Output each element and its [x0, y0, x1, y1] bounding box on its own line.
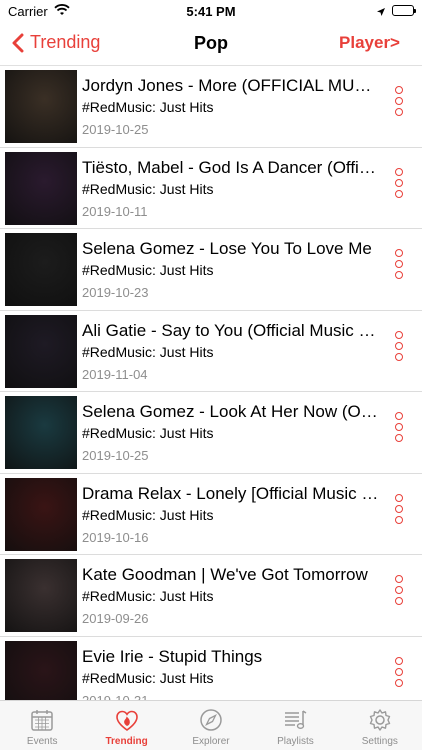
- video-channel: #RedMusic: Just Hits: [82, 669, 214, 686]
- video-date: 2019-10-25: [82, 122, 149, 137]
- video-date: 2019-10-11: [82, 203, 148, 219]
- video-thumbnail: [5, 396, 77, 469]
- playlist-icon: [285, 710, 307, 730]
- tab-bar: Events Trending Explorer Playlists Setti…: [0, 700, 422, 750]
- video-title: Kate Goodman | We've Got Tomorrow: [82, 565, 368, 584]
- video-channel: #RedMusic: Just Hits: [82, 425, 214, 441]
- status-bar: Carrier 5:41 PM: [0, 0, 422, 22]
- tab-playlists[interactable]: Playlists: [253, 701, 337, 750]
- video-channel: #RedMusic: Just Hits: [82, 180, 214, 197]
- battery-icon: [392, 5, 416, 16]
- video-thumbnail: [5, 70, 77, 143]
- video-date: 2019-10-31: [82, 692, 149, 701]
- calendar-icon: [31, 710, 53, 731]
- tab-label: Playlists: [277, 736, 314, 747]
- video-title: Evie Irie - Stupid Things: [82, 646, 263, 666]
- video-date: 2019-10-25: [82, 448, 149, 463]
- video-title: Selena Gomez - Lose You To Love Me: [82, 239, 372, 258]
- tab-events[interactable]: Events: [0, 701, 84, 750]
- tab-trending[interactable]: Trending: [84, 701, 168, 750]
- video-date: 2019-10-16: [82, 529, 149, 545]
- video-title: Drama Relax - Lonely [Official Music Vid…: [82, 483, 382, 503]
- flame-heart-icon: [115, 710, 138, 731]
- video-thumbnail: [5, 233, 77, 306]
- video-channel: #RedMusic: Just Hits: [82, 588, 214, 604]
- video-channel: #RedMusic: Just Hits: [82, 343, 214, 360]
- video-title: Ali Gatie - Say to You (Official Music V…: [82, 320, 382, 340]
- video-thumbnail: [5, 640, 77, 700]
- video-channel: #RedMusic: Just Hits: [82, 262, 214, 278]
- more-options-icon[interactable]: [393, 493, 405, 527]
- video-row[interactable]: Drama Relax - Lonely [Official Music Vid…: [0, 474, 422, 555]
- video-thumbnail: [5, 151, 77, 225]
- tab-label: Explorer: [192, 736, 230, 747]
- tab-settings[interactable]: Settings: [338, 701, 422, 750]
- more-options-icon[interactable]: [393, 167, 405, 201]
- more-options-icon[interactable]: [393, 330, 405, 364]
- video-title: Tiësto, Mabel - God Is A Dancer (Officia…: [82, 157, 382, 177]
- gear-icon: [369, 709, 391, 731]
- tab-label: Trending: [105, 736, 148, 747]
- more-options-icon[interactable]: [393, 412, 405, 445]
- video-title: Selena Gomez - Look At Her Now (Official…: [82, 402, 382, 421]
- video-row[interactable]: Evie Irie - Stupid Things #RedMusic: Jus…: [0, 637, 422, 701]
- tab-label: Events: [26, 736, 58, 747]
- video-channel: #RedMusic: Just Hits: [82, 506, 214, 523]
- video-thumbnail: [5, 559, 77, 632]
- video-row[interactable]: Selena Gomez - Look At Her Now (Official…: [0, 392, 422, 474]
- more-options-icon[interactable]: [393, 656, 405, 690]
- video-row[interactable]: Selena Gomez - Lose You To Love Me #RedM…: [0, 229, 422, 311]
- video-date: 2019-11-04: [82, 366, 148, 382]
- video-channel: #RedMusic: Just Hits: [82, 99, 214, 115]
- video-list: Jordyn Jones - More (OFFICIAL MUSIC VIDE…: [0, 66, 422, 700]
- video-thumbnail: [5, 477, 77, 551]
- more-options-icon[interactable]: [393, 86, 405, 119]
- more-options-icon[interactable]: [393, 249, 405, 282]
- video-row[interactable]: Kate Goodman | We've Got Tomorrow #RedMu…: [0, 555, 422, 637]
- tab-explorer[interactable]: Explorer: [169, 701, 253, 750]
- location-icon: [376, 4, 386, 22]
- video-date: 2019-09-26: [82, 611, 149, 626]
- compass-icon: [200, 709, 222, 731]
- more-options-icon[interactable]: [393, 575, 405, 608]
- video-title: Jordyn Jones - More (OFFICIAL MUSIC VIDE…: [82, 76, 382, 95]
- status-time: 5:41 PM: [186, 4, 236, 19]
- player-button[interactable]: Player>: [339, 33, 400, 53]
- video-row[interactable]: Ali Gatie - Say to You (Official Music V…: [0, 311, 422, 392]
- video-date: 2019-10-23: [82, 285, 149, 300]
- navigation-bar: Trending Pop Player>: [0, 22, 422, 66]
- video-row[interactable]: Tiësto, Mabel - God Is A Dancer (Officia…: [0, 148, 422, 229]
- video-row[interactable]: Jordyn Jones - More (OFFICIAL MUSIC VIDE…: [0, 66, 422, 148]
- tab-label: Settings: [361, 736, 398, 747]
- video-thumbnail: [5, 314, 77, 388]
